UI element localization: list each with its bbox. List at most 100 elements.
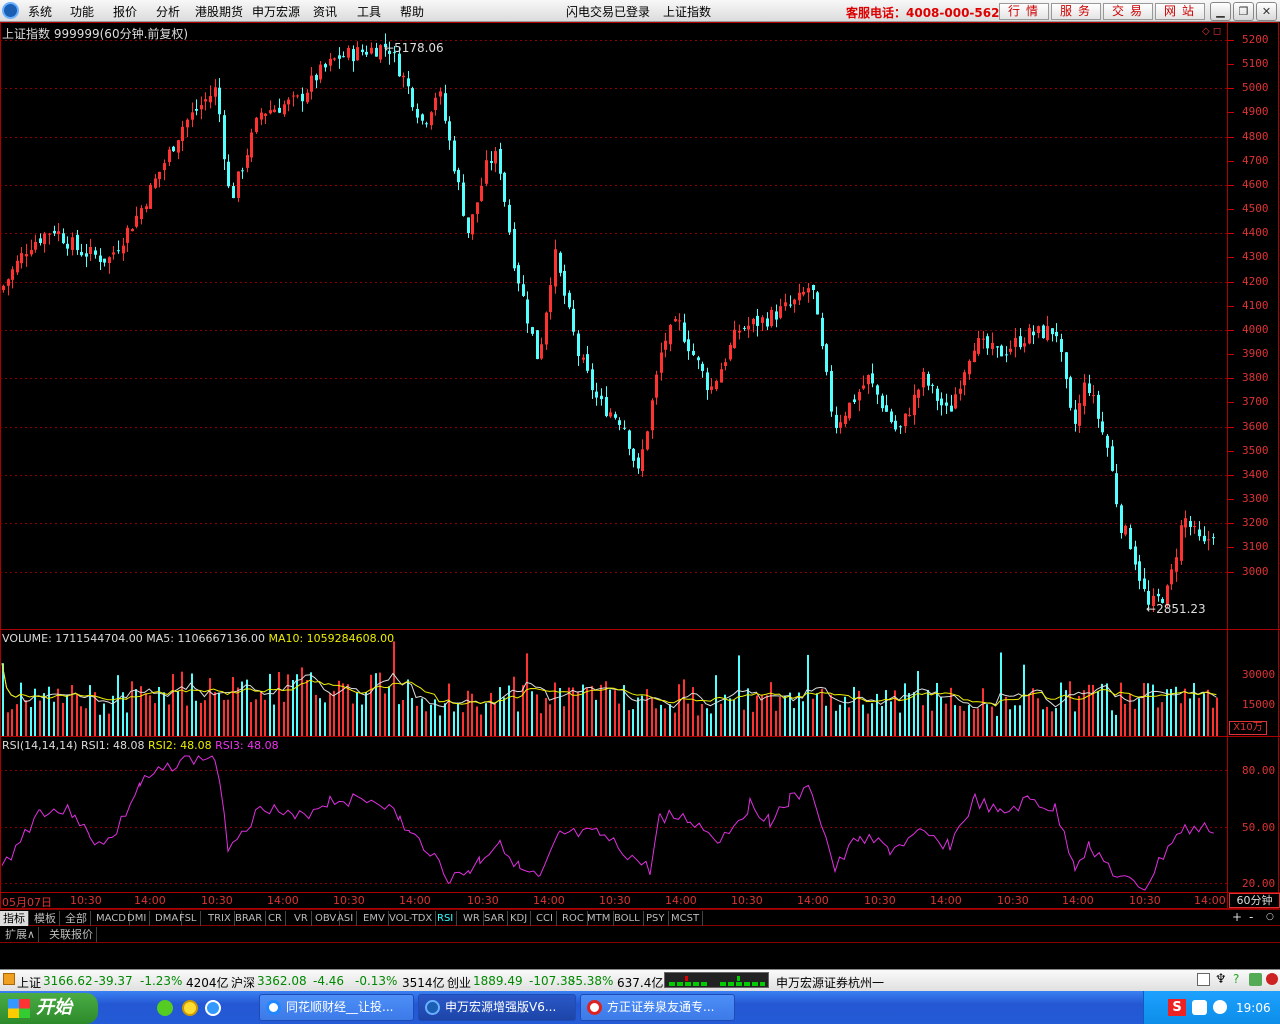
tab-related-quotes[interactable]: 关联报价 [46,927,97,942]
tray-icon[interactable] [1213,1000,1227,1014]
tab-cr[interactable]: CR [265,911,286,926]
sh-amount: 4204亿 [186,976,229,990]
volume-bar [963,710,965,736]
tab-emv[interactable]: EMV [360,911,389,926]
ime-icon[interactable]: S [1168,999,1186,1016]
tab-fsl[interactable]: FSL [176,911,201,926]
minus-icon[interactable]: - [1249,910,1253,925]
menu-function[interactable]: 功能 [70,3,94,20]
quicklaunch-icon[interactable] [157,1000,173,1016]
tab-psy[interactable]: PSY [643,911,669,926]
menu-hk-futures[interactable]: 港股期货 [195,3,243,20]
quicklaunch-icon[interactable] [182,1000,198,1016]
tray-icon[interactable] [1192,1000,1207,1015]
chart-options-icon[interactable]: ◇ ◻ [1202,26,1221,37]
minimize-icon[interactable]: ▁ [1210,2,1231,21]
tab-rsi[interactable]: RSI [434,911,458,926]
candle-body [940,398,943,406]
tab-全部[interactable]: 全部 [62,911,91,926]
candle-body [490,161,493,163]
candle-body [894,420,897,430]
menu-tools[interactable]: 工具 [357,3,381,20]
volume-bar [204,700,206,736]
signal-icon[interactable]: ♆ [1215,972,1227,987]
rsi2-value: RSI2: 48.08 [148,739,212,752]
candle-body [122,245,125,254]
window-icon[interactable] [1197,973,1210,986]
candle-body [214,87,217,97]
volume-bar [237,687,239,736]
candle-body [145,206,148,210]
candle-body [94,250,97,255]
close-icon[interactable]: ✕ [1256,2,1277,21]
alert-icon[interactable] [1266,973,1278,985]
menu-analysis[interactable]: 分析 [156,3,180,20]
tab-expand[interactable]: 扩展∧ [2,927,40,942]
volume-bar [683,679,685,736]
tab-kdj[interactable]: KDJ [507,911,532,926]
candle-body [526,299,529,324]
tab-模板[interactable]: 模板 [31,911,60,926]
volume-bar [954,705,956,736]
candle-body [168,149,171,163]
tab-vol-tdx[interactable]: VOL-TDX [386,911,437,926]
help-icon[interactable]: ? [1233,972,1239,986]
candle-body [614,414,617,418]
tab-dmi[interactable]: DMI [124,911,151,926]
tab-cci[interactable]: CCI [533,911,557,926]
market-button[interactable]: 行情 [999,3,1049,20]
candle-body [959,388,962,394]
circle-icon[interactable]: ○ [1266,910,1274,925]
tab-asi[interactable]: ASI [334,911,358,926]
time-axis-label: 10:30 [997,894,1029,907]
candle-body [324,64,327,68]
start-button[interactable]: 开始 [0,993,98,1024]
volume-bar [761,694,763,736]
menu-broker[interactable]: 申万宏源 [252,3,300,20]
tab-boll[interactable]: BOLL [611,911,644,926]
tab-trix[interactable]: TRIX [205,911,235,926]
volume-bar [881,706,883,736]
period-selector[interactable]: 60分钟 [1229,893,1280,908]
chart-area[interactable] [0,22,1280,909]
candle-body [375,47,378,57]
candle-body [950,405,953,412]
website-button[interactable]: 网站 [1155,3,1205,20]
volume-bar [11,709,13,736]
volume-bar [499,687,501,736]
tab-sar[interactable]: SAR [481,911,509,926]
candle-body [149,184,152,209]
broker-name: 申万宏源证券杭州一 [776,976,885,990]
menu-system[interactable]: 系统 [28,3,52,20]
task-tonghuashun[interactable]: 同花顺财经__让投... [259,994,414,1021]
tab-mcst[interactable]: MCST [668,911,704,926]
candle-body [181,126,184,142]
connection-icon[interactable] [1249,973,1262,986]
tab-指标[interactable]: 指标 [0,911,29,926]
volume-bar [310,672,312,736]
tab-mtm[interactable]: MTM [584,911,615,926]
candle-body [154,178,157,188]
task-shenwan[interactable]: 申万宏源增强版V6... [418,994,576,1021]
app-logo-icon[interactable] [2,2,19,19]
volume-bar [172,674,174,736]
volume-bar [600,684,602,736]
candle-body [908,415,911,417]
tab-brar[interactable]: BRAR [232,911,267,926]
menu-news[interactable]: 资讯 [313,3,337,20]
volume-bar [425,711,427,736]
trade-button[interactable]: 交易 [1103,3,1153,20]
restore-icon[interactable]: ❐ [1233,2,1254,21]
ie-icon[interactable] [205,1000,221,1016]
service-button[interactable]: 服务 [1051,3,1101,20]
tab-vr[interactable]: VR [291,911,312,926]
add-icon[interactable]: + [1232,910,1242,925]
candle-body [963,372,966,386]
price-axis-label: 3800 [1242,371,1269,384]
candle-body [1078,403,1081,426]
task-founder[interactable]: 方正证券泉友通专... [580,994,735,1021]
candle-body [779,306,782,318]
menu-help[interactable]: 帮助 [400,3,424,20]
menu-quote[interactable]: 报价 [113,3,137,20]
volume-bar [862,704,864,736]
